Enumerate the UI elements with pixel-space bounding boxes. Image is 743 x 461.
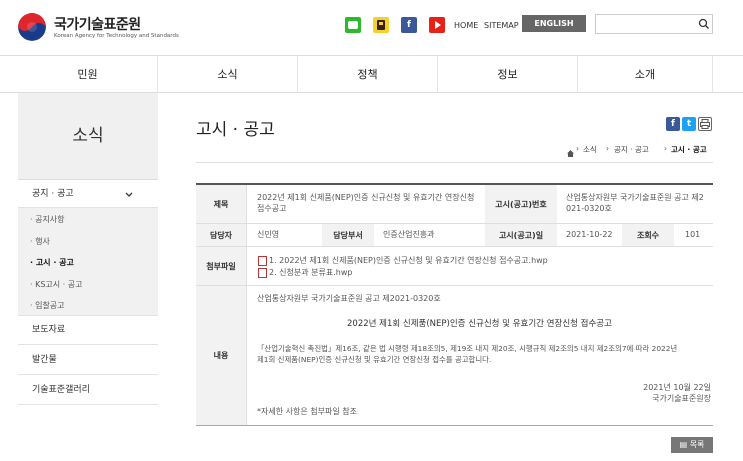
list-button-label: 목록	[689, 440, 705, 449]
twitter-share-icon[interactable]: t	[682, 117, 696, 131]
dept-name: 인증산업진흥과	[383, 230, 435, 239]
label-title: 제목	[196, 185, 246, 223]
manager-name: 신민영	[257, 230, 280, 239]
site-header: 국가기술표준원 Korean Agency for Technology and…	[0, 0, 743, 55]
attachment-link[interactable]: 2. 신청분과 분류표.hwp	[269, 267, 352, 278]
search-icon[interactable]	[696, 16, 712, 32]
english-button[interactable]: ENGLISH	[522, 15, 586, 32]
lnb-sub-bids[interactable]: · 입찰공고	[30, 300, 65, 311]
youtube-icon[interactable]	[429, 17, 445, 33]
lnb-sub-announcements[interactable]: · 고시 · 공고	[30, 257, 74, 268]
breadcrumb-separator: ›	[606, 144, 609, 153]
breadcrumb-separator: ›	[576, 144, 579, 153]
breadcrumb-item[interactable]: 공지 · 공고	[614, 144, 649, 155]
table-bottom-border	[196, 425, 713, 426]
post-title: 2022년 제1회 신제품(NEP)인증 신규신청 및 유효기간 연장신청 접수…	[257, 193, 475, 213]
home-icon[interactable]	[566, 143, 575, 162]
label-date: 고시(공고)일	[485, 224, 557, 246]
notice-number: 산업통상자원부 국가기술표준원 공고 제2 021-0320호	[566, 193, 704, 213]
body-heading: 2022년 제1회 신제품(NEP)인증 신규신청 및 유효기간 연장신청 접수…	[347, 319, 612, 329]
sign-org: 국가기술표준원장	[652, 394, 711, 403]
line-icon[interactable]	[345, 17, 361, 33]
logo-name[interactable]: 국가기술표준원	[54, 14, 141, 34]
label-body: 내용	[196, 286, 246, 425]
sitemap-link[interactable]: SITEMAP	[484, 21, 519, 30]
hwp-file-icon	[258, 256, 267, 266]
label-attachments: 첨부파일	[196, 247, 246, 285]
lnb-item-press[interactable]: 보도자료	[18, 316, 158, 345]
label-views: 조회수	[622, 224, 674, 246]
page-title: 고시 · 공고	[196, 120, 275, 140]
print-icon[interactable]	[698, 117, 712, 131]
table-top-border	[196, 183, 713, 185]
attachment-link[interactable]: 1. 2022년 제1회 신제품(NEP)인증 신규신청 및 유효기간 연장신청…	[269, 255, 548, 266]
view-count: 101	[685, 230, 701, 239]
logo-icon[interactable]	[18, 13, 46, 41]
gnb-item-info[interactable]: 정보	[438, 56, 578, 93]
home-link[interactable]: HOME	[454, 21, 478, 30]
lnb-item-publications[interactable]: 발간물	[18, 346, 158, 375]
main-navigation: 민원 소식 정책 정보 소개	[0, 55, 743, 93]
lnb-item-notice[interactable]: 공지 · 공고	[18, 179, 158, 208]
logo-subtitle: Korean Agency for Technology and Standar…	[54, 33, 179, 39]
row-divider	[196, 285, 713, 286]
gnb-item-policy[interactable]: 정책	[298, 56, 438, 93]
label-notice-no: 고시(공고)번호	[485, 185, 557, 223]
breadcrumb-separator: ›	[664, 144, 667, 153]
lnb-item-gallery[interactable]: 기술표준갤러리	[18, 376, 158, 405]
breadcrumb-item[interactable]: 소식	[583, 144, 597, 155]
post-date: 2021-10-22	[566, 230, 613, 239]
body-notice-no: 산업통상자원부 국가기술표준원 공고 제2021-0320호	[257, 294, 441, 303]
row-divider	[196, 246, 713, 247]
title-divider	[196, 162, 713, 163]
facebook-icon[interactable]: f	[401, 17, 417, 33]
body-note: *자세한 사항은 첨부파일 참조	[257, 407, 357, 416]
gnb-item-about[interactable]: 소개	[578, 56, 713, 93]
sign-date: 2021년 10월 22일	[643, 383, 711, 392]
lnb-item-label: 공지 · 공고	[32, 189, 74, 199]
breadcrumb-current: 고시 · 공고	[671, 145, 707, 154]
body-paragraph: 「산업기술혁신 촉진법」제16조, 같은 법 시행령 제18조의5, 제19조 …	[257, 344, 678, 364]
label-manager: 담당자	[196, 224, 246, 246]
lnb-title-box: 소식	[18, 93, 158, 179]
gnb-item-civil[interactable]: 민원	[18, 56, 158, 93]
list-icon: ▤	[679, 440, 688, 449]
lnb-sub-ks-announcements[interactable]: · KS고시 · 공고	[30, 279, 82, 290]
facebook-share-icon[interactable]: f	[666, 117, 680, 131]
label-dept: 담당부서	[322, 224, 374, 246]
lnb-title: 소식	[72, 126, 104, 146]
kakao-icon[interactable]	[373, 17, 389, 33]
lnb-sub-notices[interactable]: · 공지사항	[30, 214, 65, 225]
gnb-item-news[interactable]: 소식	[158, 56, 298, 93]
hwp-file-icon	[258, 268, 267, 278]
column-divider	[246, 185, 247, 425]
lnb-sub-events[interactable]: · 행사	[30, 236, 50, 247]
list-button[interactable]: ▤ 목록	[671, 437, 713, 453]
